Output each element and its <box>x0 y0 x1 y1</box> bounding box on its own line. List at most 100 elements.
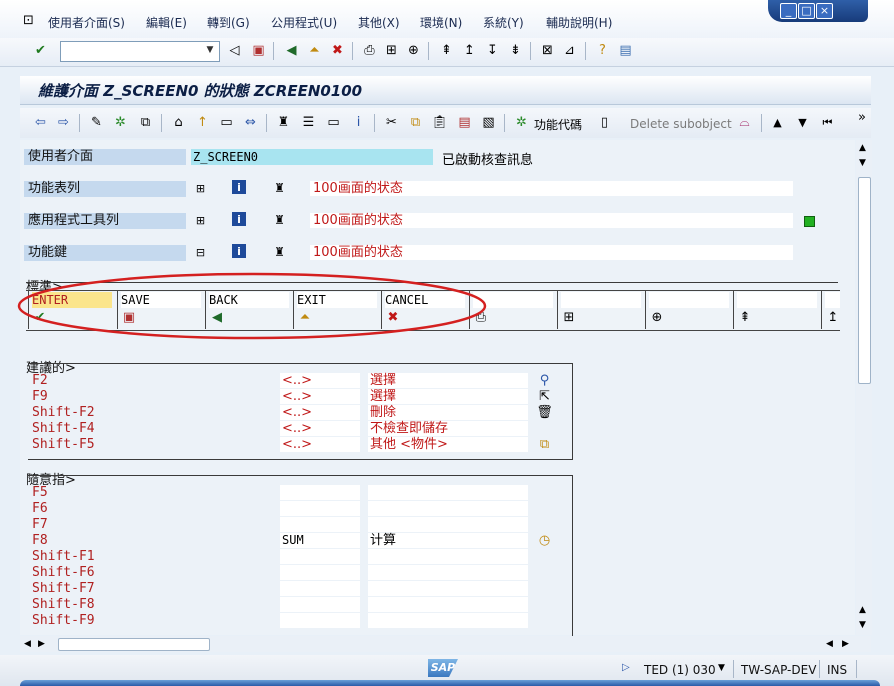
free-text-shift-f9[interactable] <box>368 613 528 628</box>
exit-icon[interactable]: ⏶ <box>306 42 323 59</box>
std-key-label[interactable] <box>737 292 817 308</box>
info-icon[interactable]: i <box>232 212 246 226</box>
overflow-button[interactable]: » <box>858 110 866 125</box>
free-text-shift-f1[interactable] <box>368 549 528 564</box>
list-icon[interactable]: ☰ <box>300 114 317 131</box>
rec-text-f2[interactable]: 選擇 <box>368 373 528 388</box>
menu-utilities[interactable]: 公用程式(U) <box>271 14 337 31</box>
free-code-shift-f1[interactable] <box>280 549 360 564</box>
function-keys-text[interactable]: 100画面的状态 <box>310 245 793 260</box>
free-code-shift-f6[interactable] <box>280 565 360 580</box>
scroll-up-arrow-icon[interactable]: ▲ <box>859 605 866 615</box>
screen-menu-icon[interactable]: ⊡ <box>20 12 37 29</box>
cancel-icon[interactable]: ✖ <box>329 42 346 59</box>
scroll-down-arrow-icon[interactable]: ▼ <box>859 620 866 630</box>
close-button[interactable]: × <box>816 3 833 19</box>
status-toggle-icon[interactable]: ▷ <box>622 662 630 673</box>
free-text-f8[interactable]: 计算 <box>368 533 528 548</box>
app-toolbar-text[interactable]: 100画面的状态 <box>310 213 793 228</box>
free-text-f5[interactable] <box>368 485 528 500</box>
last-page-icon[interactable]: ⇟ <box>507 42 524 59</box>
navigate-icon[interactable]: ⇔ <box>242 114 259 131</box>
magnifier-icon[interactable]: ⚲ <box>536 372 553 389</box>
function-code-button[interactable]: 功能代碼 <box>534 116 582 133</box>
menu-system[interactable]: 系統(Y) <box>483 14 524 31</box>
command-dropdown-icon[interactable]: ▼ <box>203 42 217 59</box>
free-code-f6[interactable] <box>280 501 360 516</box>
rec-text-shift-f2[interactable]: 刪除 <box>368 405 528 420</box>
std-key-label[interactable] <box>561 292 641 308</box>
menu-help[interactable]: 輔助說明(H) <box>546 14 612 31</box>
forward-arrow-icon[interactable]: ⇨ <box>55 114 72 131</box>
free-text-shift-f7[interactable] <box>368 581 528 596</box>
find-next-icon[interactable]: ⊕ <box>405 42 422 59</box>
find-icon[interactable]: ⊞ <box>383 42 400 59</box>
check-icon[interactable]: ✲ <box>112 114 129 131</box>
hierarchy-icon[interactable]: ♜ <box>275 114 292 131</box>
std-key-label[interactable] <box>649 292 729 308</box>
horizontal-scrollbar[interactable]: ◀ ▶ ◀ ▶ <box>20 636 871 652</box>
menu-edit[interactable]: 編輯(E) <box>146 14 187 31</box>
free-code-f8[interactable]: SUM <box>280 533 360 548</box>
previous-page-icon[interactable]: ↥ <box>461 42 478 59</box>
vertical-scroll-thumb[interactable] <box>858 177 871 384</box>
session-dropdown-icon[interactable]: ▼ <box>718 663 725 673</box>
expand-icon[interactable]: ⊞ <box>192 180 209 197</box>
activate-icon[interactable]: ⧉ <box>137 114 154 131</box>
scroll-down-icon[interactable]: ▼ <box>794 114 811 131</box>
delete-icon[interactable]: ▧ <box>480 114 497 131</box>
collapse-arrow-icon[interactable]: ◁ <box>226 42 243 59</box>
delete-subobject-button[interactable]: Delete subobject <box>630 117 732 131</box>
shortcut-icon[interactable]: ⊿ <box>561 42 578 59</box>
function-code-icon[interactable]: ✲ <box>513 114 530 131</box>
rec-code-shift-f2[interactable]: <..> <box>280 405 360 420</box>
insert-icon[interactable]: ▤ <box>456 114 473 131</box>
where-used-icon[interactable]: ⌂ <box>170 114 187 131</box>
scroll-right-arrow-icon[interactable]: ▶ <box>842 639 849 649</box>
std-key-prev-page[interactable]: ↥ <box>821 290 841 329</box>
rec-text-f9[interactable]: 選擇 <box>368 389 528 404</box>
back-arrow-icon[interactable]: ⇦ <box>32 114 49 131</box>
scroll-down-arrow-icon[interactable]: ▼ <box>859 158 866 168</box>
other-object-icon[interactable]: ⧉ <box>536 436 553 453</box>
layout-menu-icon[interactable]: ▤ <box>617 42 634 59</box>
save-icon[interactable]: ▣ <box>250 42 267 59</box>
hierarchy-icon[interactable]: ♜ <box>271 180 288 197</box>
rec-code-f9[interactable]: <..> <box>280 389 360 404</box>
vertical-scrollbar[interactable]: ▲ ▼ ▲ ▼ <box>856 140 872 635</box>
collapse-icon[interactable]: ⊟ <box>192 244 209 261</box>
next-page-icon[interactable]: ↧ <box>484 42 501 59</box>
horizontal-scroll-thumb[interactable] <box>58 638 210 651</box>
help-icon[interactable]: ? <box>594 42 611 59</box>
display-object-icon[interactable]: ▭ <box>218 114 235 131</box>
free-code-f7[interactable] <box>280 517 360 532</box>
std-key-label[interactable] <box>825 292 840 308</box>
command-field[interactable] <box>60 41 220 62</box>
scroll-up-icon[interactable]: ▲ <box>769 114 786 131</box>
trash-icon[interactable]: 🗑︎ <box>536 404 553 421</box>
free-code-f5[interactable] <box>280 485 360 500</box>
cut-icon[interactable]: ✂ <box>383 114 400 131</box>
std-key-find-next[interactable]: ⊕ <box>645 290 734 329</box>
minimize-button[interactable]: _ <box>780 3 797 19</box>
scroll-up-arrow-icon[interactable]: ▲ <box>859 143 866 153</box>
menu-user-interface[interactable]: 使用者介面(S) <box>48 14 125 31</box>
rec-code-shift-f4[interactable]: <..> <box>280 421 360 436</box>
select-cursor-icon[interactable]: ⇱ <box>536 388 553 405</box>
pin-icon[interactable]: ↑ <box>194 114 211 131</box>
free-text-f7[interactable] <box>368 517 528 532</box>
info-icon[interactable]: i <box>232 244 246 258</box>
display-change-icon[interactable]: ✎ <box>88 114 105 131</box>
menu-environment[interactable]: 環境(N) <box>420 14 462 31</box>
free-code-shift-f9[interactable] <box>280 613 360 628</box>
back-icon[interactable]: ◀ <box>283 42 300 59</box>
free-text-shift-f6[interactable] <box>368 565 528 580</box>
scroll-left-arrow-icon[interactable]: ◀ <box>826 639 833 649</box>
user-interface-value[interactable]: Z_SCREEN0 <box>191 149 433 165</box>
document-icon[interactable]: ▯ <box>596 114 613 131</box>
first-page-icon[interactable]: ⇞ <box>438 42 455 59</box>
rec-code-f2[interactable]: <..> <box>280 373 360 388</box>
menu-goto[interactable]: 轉到(G) <box>207 14 250 31</box>
copy-icon[interactable]: ⧉ <box>407 114 424 131</box>
window-icon[interactable]: ▭ <box>325 114 342 131</box>
